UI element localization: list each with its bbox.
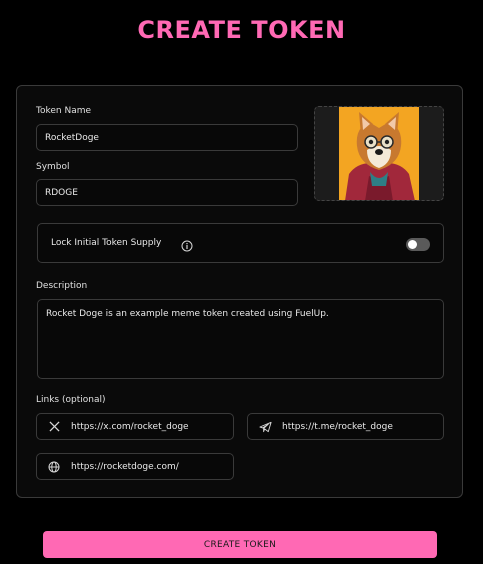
website-link-input[interactable]: https://rocketdoge.com/	[36, 453, 234, 480]
globe-icon	[37, 461, 71, 473]
telegram-icon	[248, 421, 282, 433]
lock-supply-label: Lock Initial Token Supply	[51, 238, 162, 248]
token-image-upload[interactable]	[314, 106, 444, 201]
description-textarea[interactable]: Rocket Doge is an example meme token cre…	[37, 299, 444, 379]
toggle-knob	[408, 240, 417, 249]
x-link-input[interactable]: https://x.com/rocket_doge	[36, 413, 234, 440]
lock-supply-toggle[interactable]	[406, 238, 430, 251]
x-link-value: https://x.com/rocket_doge	[71, 421, 189, 432]
create-token-button[interactable]: CREATE TOKEN	[43, 531, 437, 558]
links-label: Links (optional)	[36, 395, 106, 405]
symbol-input[interactable]: RDOGE	[36, 179, 298, 206]
token-name-label: Token Name	[36, 106, 92, 116]
website-link-value: https://rocketdoge.com/	[71, 461, 179, 472]
x-logo-icon	[37, 421, 71, 432]
telegram-link-input[interactable]: https://t.me/rocket_doge	[247, 413, 444, 440]
telegram-link-value: https://t.me/rocket_doge	[282, 421, 393, 432]
symbol-label: Symbol	[36, 162, 70, 172]
page-title: CREATE TOKEN	[137, 16, 346, 44]
description-label: Description	[36, 281, 88, 291]
token-name-input[interactable]: RocketDoge	[36, 124, 298, 151]
create-token-form: Token Name RocketDoge Symbol RDOGE Lock …	[16, 85, 463, 498]
doge-with-glasses-image	[339, 107, 419, 200]
info-icon[interactable]	[181, 237, 193, 256]
lock-supply-row: Lock Initial Token Supply	[37, 223, 444, 263]
